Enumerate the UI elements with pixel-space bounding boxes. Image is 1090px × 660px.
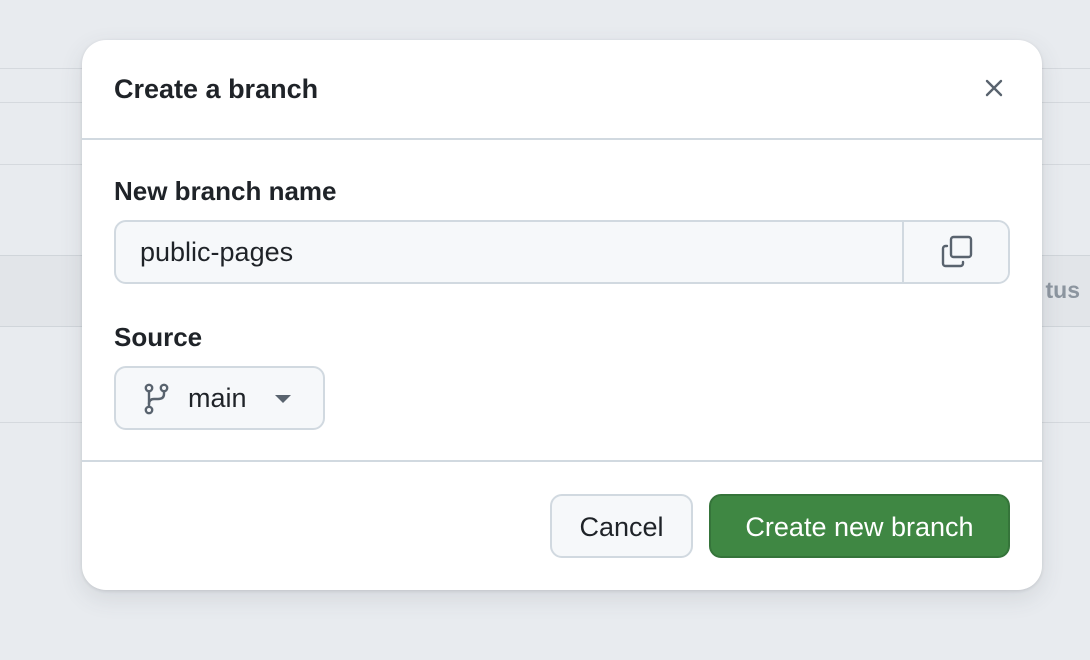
background-status-column-header: tus <box>1045 277 1081 303</box>
copy-button[interactable] <box>902 222 1008 282</box>
source-label: Source <box>114 322 203 352</box>
branch-name-input[interactable] <box>116 222 902 282</box>
dialog-title: Create a branch <box>114 74 319 104</box>
create-new-branch-button[interactable]: Create new branch <box>709 494 1010 558</box>
copy-icon <box>941 235 973 268</box>
new-branch-name-label: New branch name <box>114 176 337 206</box>
triangle-down-icon <box>275 395 291 403</box>
x-icon <box>985 79 1003 97</box>
dialog-footer: Cancel Create new branch <box>82 460 1042 590</box>
branch-name-input-group <box>114 220 1010 284</box>
source-branch-label: main <box>188 383 247 413</box>
dialog-header: Create a branch <box>82 40 1042 140</box>
create-branch-dialog: Create a branch New branch name Source m… <box>82 40 1042 590</box>
cancel-button[interactable]: Cancel <box>550 494 693 558</box>
source-branch-dropdown[interactable]: main <box>114 366 325 430</box>
git-branch-icon <box>144 383 169 415</box>
close-button[interactable] <box>974 68 1014 108</box>
